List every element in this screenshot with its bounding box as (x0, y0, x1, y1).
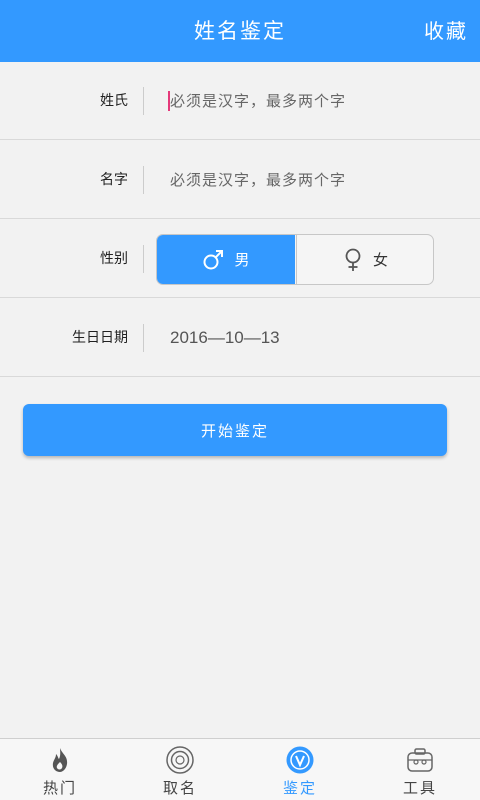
app-header: 姓名鉴定 收藏 (0, 0, 480, 62)
gender-female-option[interactable]: 女 (296, 235, 433, 284)
tab-naming[interactable]: 取名 (120, 739, 240, 800)
tab-naming-label: 取名 (162, 779, 197, 797)
toolbox-icon (407, 748, 433, 772)
birthday-row[interactable]: 生日日期 2016—10—13 (0, 299, 480, 377)
name-badge-icon (166, 746, 194, 774)
flame-icon (52, 748, 68, 772)
surname-input[interactable] (170, 86, 450, 116)
given-name-row: 名字 (0, 141, 480, 219)
birthday-label: 生日日期 (72, 330, 128, 346)
tab-evaluate[interactable]: 鉴定 (240, 739, 360, 800)
gender-male-option[interactable]: 男 (157, 235, 295, 284)
gender-male-label: 男 (234, 251, 250, 269)
page-title: 姓名鉴定 (194, 19, 286, 43)
text-caret (168, 91, 170, 111)
tab-tools-label: 工具 (402, 779, 437, 797)
female-symbol-icon (345, 248, 361, 271)
row-divider (143, 245, 144, 273)
favorite-button[interactable]: 收藏 (424, 0, 468, 62)
gender-female-label: 女 (372, 251, 388, 269)
start-evaluation-button[interactable]: 开始鉴定 (23, 404, 447, 456)
tab-hot[interactable]: 热门 (0, 739, 120, 800)
tab-hot-label: 热门 (42, 779, 77, 797)
tab-tools[interactable]: 工具 (360, 739, 480, 800)
bottom-tab-bar: 热门 取名 鉴定 工具 (0, 738, 480, 800)
given-name-input[interactable] (170, 165, 450, 195)
row-divider (143, 324, 144, 352)
male-symbol-icon (203, 249, 224, 269)
given-name-label: 名字 (100, 172, 128, 188)
row-divider (143, 166, 144, 194)
gender-toggle: 男 女 (156, 234, 434, 285)
verify-v-icon (286, 746, 314, 774)
gender-label: 性别 (100, 251, 128, 267)
surname-label: 姓氏 (100, 93, 128, 109)
birthday-value[interactable]: 2016—10—13 (170, 299, 280, 377)
tab-evaluate-label: 鉴定 (282, 779, 317, 797)
row-divider (143, 87, 144, 115)
surname-row: 姓氏 (0, 62, 480, 140)
